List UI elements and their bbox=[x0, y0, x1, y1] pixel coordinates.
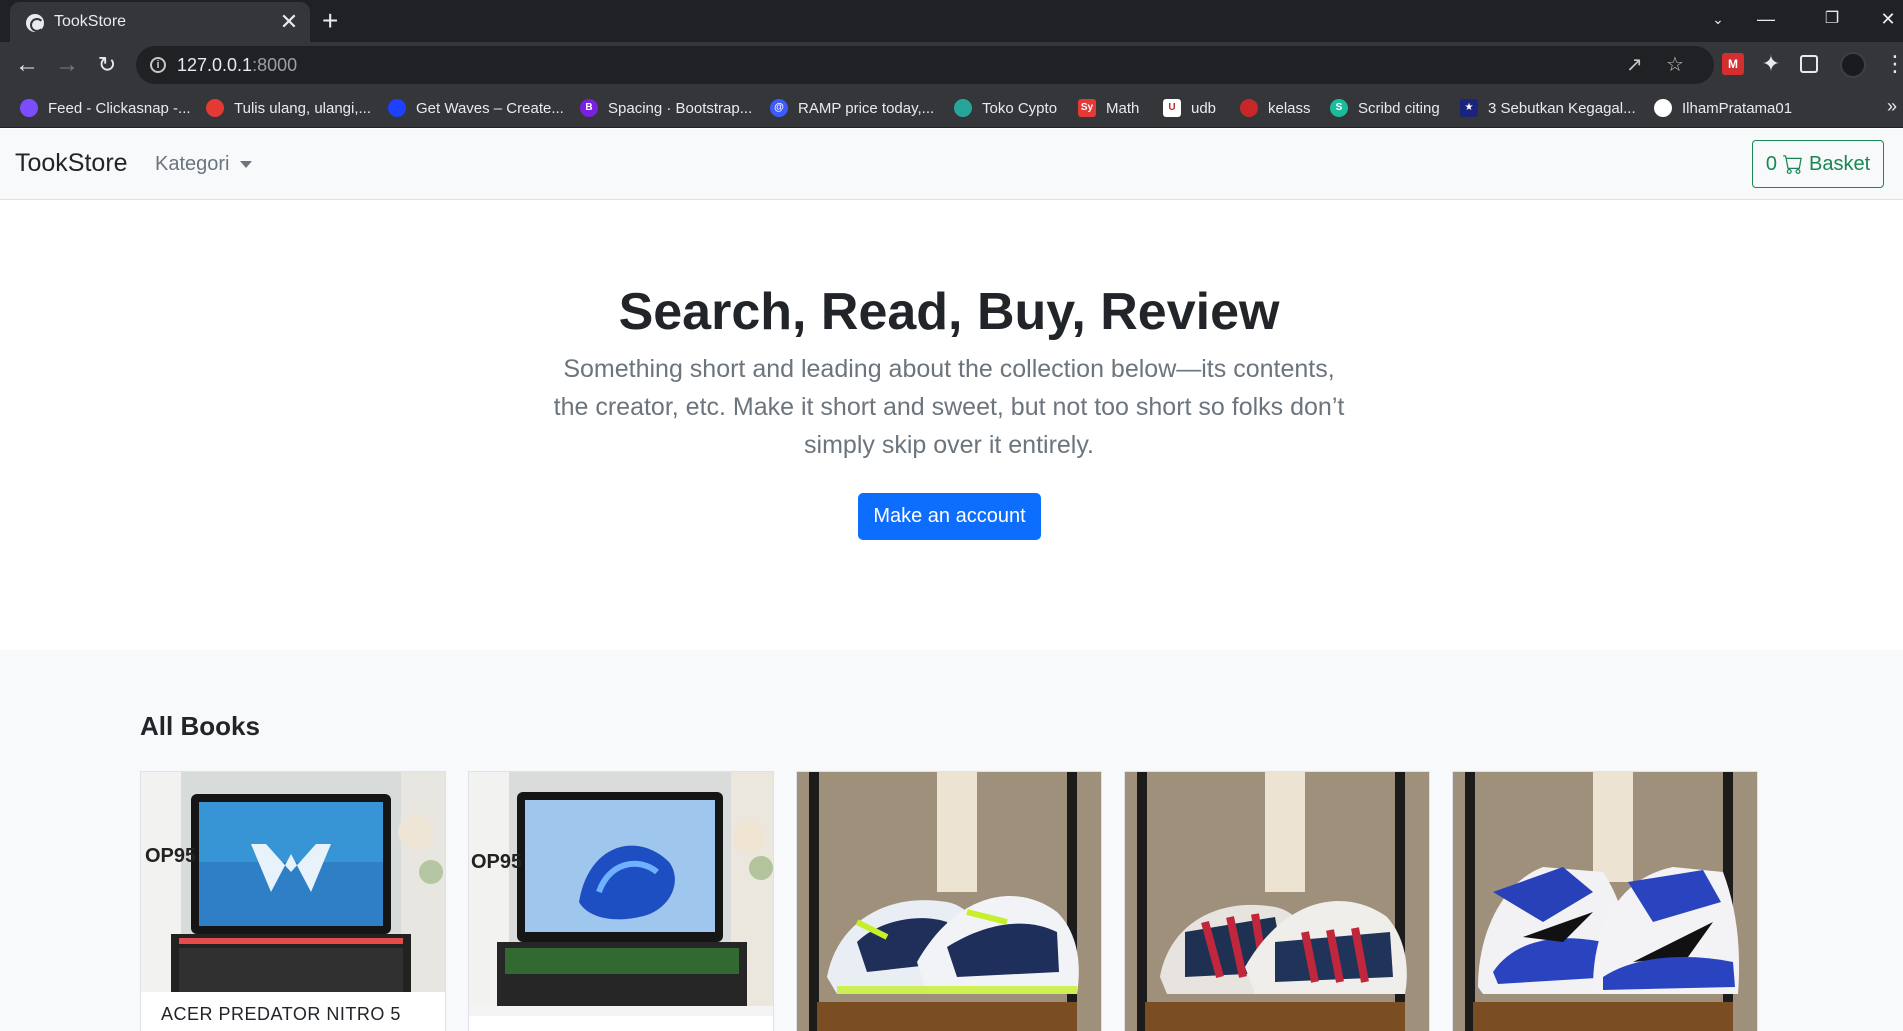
hero-title: Search, Read, Buy, Review bbox=[618, 283, 1280, 341]
restore-icon[interactable]: ❐ bbox=[1812, 6, 1852, 32]
category-label: Kategori bbox=[155, 153, 230, 175]
cart-icon bbox=[1782, 154, 1803, 174]
browser-toolbar: ← → ↻ i 127.0.0.1:8000 ↗ ☆ bbox=[0, 42, 1903, 88]
basket-button[interactable]: 0 Basket bbox=[1752, 140, 1884, 188]
url-host: 127.0.0.1 bbox=[177, 55, 253, 75]
product-image-adidas-sneaker bbox=[1125, 772, 1429, 1031]
bookmark-item[interactable]: Toko Cypto bbox=[954, 88, 1057, 128]
address-bar[interactable]: i 127.0.0.1:8000 ↗ ☆ bbox=[136, 46, 1714, 84]
new-tab-button[interactable]: + bbox=[322, 7, 338, 35]
bookmark-item[interactable]: ★ 3 Sebutkan Kegagal... bbox=[1460, 88, 1636, 128]
bookmark-label: Feed - Clickasnap -... bbox=[48, 99, 191, 117]
bookmark-favicon-icon: @ bbox=[770, 99, 788, 117]
close-window-icon[interactable]: ✕ bbox=[1868, 6, 1903, 32]
site-info-icon[interactable]: i bbox=[150, 57, 166, 73]
bookmark-favicon-icon bbox=[388, 99, 406, 117]
bookmark-favicon-icon: ★ bbox=[1460, 99, 1478, 117]
bookmarks-bar: Feed - Clickasnap -... Tulis ulang, ulan… bbox=[0, 88, 1903, 128]
bookmark-item[interactable]: B Spacing · Bootstrap... bbox=[580, 88, 752, 128]
bookmark-favicon-icon bbox=[206, 99, 224, 117]
product-card[interactable]: OP95 ACER PREDATOR NITRO 5 bbox=[140, 771, 446, 1031]
bookmark-item[interactable]: Feed - Clickasnap -... bbox=[20, 88, 191, 128]
bookmark-favicon-icon bbox=[1240, 99, 1258, 117]
make-account-button[interactable]: Make an account bbox=[858, 493, 1041, 540]
bookmark-item[interactable]: @ RAMP price today,... bbox=[770, 88, 934, 128]
caret-down-icon bbox=[239, 161, 252, 169]
tab-search-icon[interactable]: ⌄ bbox=[1698, 6, 1738, 32]
back-icon[interactable]: ← bbox=[10, 48, 44, 82]
product-image-hp-laptop: OP95 bbox=[469, 772, 773, 1016]
forward-icon[interactable]: → bbox=[50, 48, 84, 82]
product-image-nike-sneaker bbox=[797, 772, 1101, 1031]
bookmarks-overflow-icon[interactable]: » bbox=[1887, 96, 1897, 117]
url-port: :8000 bbox=[252, 55, 298, 75]
bookmark-label: udb bbox=[1191, 99, 1217, 117]
bookmark-label: kelass bbox=[1268, 99, 1311, 117]
globe-icon bbox=[26, 14, 44, 32]
bookmark-label: Toko Cypto bbox=[982, 99, 1058, 117]
close-tab-icon[interactable]: ✕ bbox=[278, 11, 300, 33]
brand-logo[interactable]: TookStore bbox=[15, 149, 128, 178]
bookmark-item[interactable]: Sy Math bbox=[1078, 88, 1139, 128]
browser-tabstrip: TookStore ✕ + ⌄ — ❐ ✕ bbox=[0, 0, 1903, 42]
browser-tab[interactable]: TookStore ✕ bbox=[10, 2, 310, 42]
bookmark-label: Get Waves – Create... bbox=[416, 99, 564, 117]
basket-label: Basket bbox=[1808, 152, 1871, 175]
product-image-jordan-sneaker bbox=[1453, 772, 1757, 1031]
bookmark-star-icon[interactable]: ☆ bbox=[1666, 53, 1684, 77]
hero-lead: Something short and leading about the co… bbox=[553, 355, 1345, 459]
basket-count: 0 bbox=[1765, 152, 1777, 175]
bookmark-item[interactable]: IlhamPratama01 bbox=[1654, 88, 1792, 128]
svg-text:OP95: OP95 bbox=[471, 851, 522, 873]
bookmark-favicon-icon bbox=[20, 99, 38, 117]
tab-title: TookStore bbox=[54, 13, 127, 30]
bookmark-favicon-icon: B bbox=[580, 99, 598, 117]
bookmark-favicon-icon: S bbox=[1330, 99, 1348, 117]
reload-icon[interactable]: ↻ bbox=[90, 48, 124, 82]
product-card[interactable] bbox=[1452, 771, 1758, 1031]
side-panel-icon[interactable] bbox=[1800, 55, 1818, 73]
product-image-acer-laptop: OP95 bbox=[141, 772, 445, 992]
bookmark-label: Math bbox=[1106, 99, 1140, 117]
bookmark-item[interactable]: kelass bbox=[1240, 88, 1311, 128]
bookmark-label: Tulis ulang, ulangi,... bbox=[234, 99, 372, 117]
bookmark-favicon-icon bbox=[954, 99, 972, 117]
bookmark-label: 3 Sebutkan Kegagal... bbox=[1488, 99, 1636, 117]
bookmark-item[interactable]: Uudb bbox=[1163, 88, 1216, 128]
bookmark-label: RAMP price today,... bbox=[798, 99, 935, 117]
bookmark-label: Spacing · Bootstrap... bbox=[608, 99, 753, 117]
bookmark-item[interactable]: Get Waves – Create... bbox=[388, 88, 564, 128]
product-title: ACER PREDATOR NITRO 5 bbox=[161, 1004, 401, 1024]
url-text: 127.0.0.1:8000 bbox=[177, 55, 297, 76]
bookmark-label: IlhamPratama01 bbox=[1682, 99, 1793, 117]
mendeley-extension-icon[interactable]: M bbox=[1722, 53, 1744, 75]
product-card[interactable] bbox=[796, 771, 1102, 1031]
share-icon[interactable]: ↗ bbox=[1626, 53, 1643, 77]
product-card[interactable]: OP95 bbox=[468, 771, 774, 1031]
profile-avatar[interactable] bbox=[1840, 52, 1866, 78]
bookmark-label: Scribd citing bbox=[1358, 99, 1440, 117]
category-dropdown[interactable]: Kategori bbox=[155, 153, 252, 176]
bookmark-item[interactable]: S Scribd citing bbox=[1330, 88, 1440, 128]
minimize-icon[interactable]: — bbox=[1746, 6, 1786, 32]
github-icon bbox=[1654, 99, 1672, 117]
site-navbar: TookStore Kategori 0 Basket bbox=[0, 129, 1903, 200]
browser-menu-icon[interactable]: ⋮ bbox=[1884, 50, 1903, 78]
bookmark-favicon-icon: Sy bbox=[1078, 99, 1096, 117]
product-card[interactable] bbox=[1124, 771, 1430, 1031]
bookmark-item[interactable]: Tulis ulang, ulangi,... bbox=[206, 88, 371, 128]
bookmark-favicon-icon: U bbox=[1163, 99, 1181, 117]
svg-text:OP95: OP95 bbox=[145, 845, 196, 867]
books-section: All Books OP95 ACER PREDATOR NITRO 5 OP9… bbox=[0, 650, 1903, 1031]
hero-section: Search, Read, Buy, Review Something shor… bbox=[0, 200, 1903, 650]
extensions-puzzle-icon[interactable]: ✦ bbox=[1760, 53, 1782, 75]
section-title: All Books bbox=[140, 711, 260, 741]
